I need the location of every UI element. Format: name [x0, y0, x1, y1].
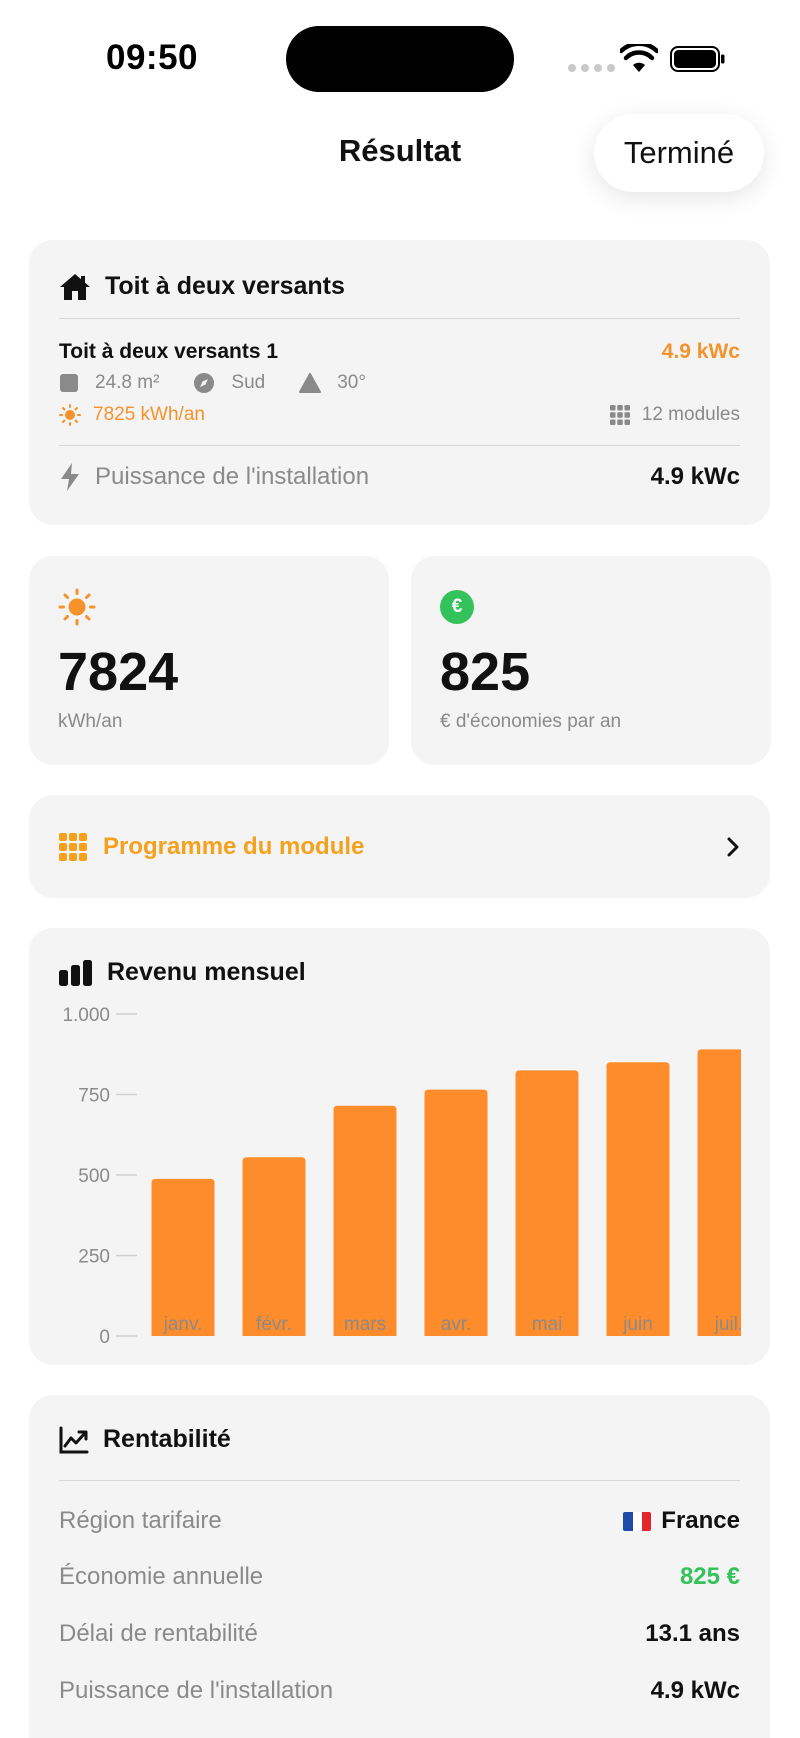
grid-icon [609, 405, 630, 425]
x-tick-label: févr. [256, 1314, 292, 1335]
tilt-triangle-icon [299, 373, 322, 393]
roof-modules: 12 modules [641, 404, 740, 425]
annual-savings-row: Économie annuelle 825 € [59, 1563, 740, 1591]
savings-card: € 825 € d'économies par an [411, 556, 771, 765]
y-tick-label: 1.000 [62, 1005, 110, 1026]
roof-yield: 7825 kWh/an [93, 404, 205, 425]
x-tick-label: janv. [163, 1314, 203, 1335]
area-square-icon [60, 374, 78, 392]
battery-icon [670, 46, 725, 72]
annual-savings-value: 825 € [679, 1563, 740, 1590]
compass-icon [194, 373, 215, 393]
y-tick-label: 750 [78, 1086, 110, 1107]
install-power-summary-row: Puissance de l'installation 4.9 kWc [59, 1677, 740, 1705]
production-value: 7824 [58, 642, 179, 702]
profitability-header: Rentabilité [59, 1425, 231, 1454]
bar-avr [424, 1089, 488, 1336]
roof-area: 24.8 m² [95, 372, 160, 393]
module-program-button[interactable]: Programme du module [29, 795, 770, 898]
bar-juin [606, 1062, 670, 1336]
x-tick-label: juin [622, 1314, 653, 1335]
chevron-right-icon [727, 837, 739, 856]
payback-value: 13.1 ans [645, 1620, 740, 1647]
roof-card-header: Toit à deux versants [59, 272, 345, 301]
sun-icon [59, 404, 81, 426]
savings-unit: € d'économies par an [440, 711, 622, 732]
revenue-bar-chart: 0 250 500 750 1.000 janv. févr. mars avr. mai juin… [62, 1005, 744, 1348]
roof-tilt: 30° [337, 372, 366, 393]
tariff-region-row: Région tarifaire France [59, 1507, 740, 1535]
y-tick-label: 0 [99, 1327, 110, 1348]
cellular-signal-icon [568, 64, 615, 72]
profitability-title: Rentabilité [103, 1425, 231, 1453]
bar-janv [151, 1178, 215, 1336]
x-tick-label: avr. [441, 1314, 472, 1335]
france-flag-icon [623, 1511, 652, 1531]
module-program-label: Programme du module [103, 832, 365, 860]
house-icon [60, 273, 90, 300]
divider [59, 1480, 740, 1481]
install-power-row: Puissance de l'installation 4.9 kWc [59, 462, 740, 492]
annual-savings-label: Économie annuelle [59, 1563, 264, 1590]
euro-icon: € [440, 590, 474, 624]
install-power-summary-value: 4.9 kWc [650, 1677, 740, 1704]
roof-card-title: Toit à deux versants [105, 272, 345, 300]
payback-row: Délai de rentabilité 13.1 ans [59, 1620, 740, 1648]
roof-orientation: Sud [231, 372, 266, 393]
divider [59, 445, 740, 446]
trend-chart-icon [59, 1426, 89, 1453]
monthly-revenue-card: Revenu mensuel 0 250 500 750 1.000 janv. févr.… [29, 928, 770, 1365]
savings-value: 825 [440, 642, 531, 702]
tariff-region-text: France [661, 1507, 740, 1534]
install-power-summary-label: Puissance de l'installation [59, 1677, 334, 1704]
y-tick-label: 500 [78, 1166, 110, 1187]
install-power-value: 4.9 kWc [650, 463, 740, 490]
status-bar: 09:50 [0, 0, 800, 110]
status-time: 09:50 [106, 38, 199, 77]
tariff-region-label: Région tarifaire [59, 1507, 222, 1534]
done-button[interactable]: Terminé [594, 114, 764, 192]
y-tick-label: 250 [78, 1247, 110, 1268]
tariff-region-value: France [623, 1507, 740, 1535]
roof-card: Toit à deux versants Toit à deux versant… [29, 240, 770, 525]
roof-modules-row: 12 modules [609, 404, 740, 426]
bar-mai [515, 1070, 579, 1336]
sun-icon [58, 588, 96, 626]
grid-icon [59, 832, 87, 861]
dynamic-island [286, 26, 514, 92]
bar-mars [333, 1105, 397, 1336]
payback-label: Délai de rentabilité [59, 1620, 258, 1647]
roof-power: 4.9 kWc [661, 340, 740, 363]
roof-meta-row: 24.8 m² Sud 30° [59, 372, 366, 394]
bolt-icon [61, 463, 79, 491]
wifi-icon [620, 44, 658, 72]
bar-fvr [242, 1157, 306, 1336]
x-tick-label: juil. [714, 1314, 744, 1335]
x-tick-label: mars [344, 1314, 386, 1335]
roof-yield-row: 7825 kWh/an [59, 404, 205, 426]
production-card: 7824 kWh/an [29, 556, 389, 765]
profitability-card: Rentabilité Région tarifaire France Écon… [29, 1395, 770, 1738]
divider [59, 318, 740, 319]
install-power-label: Puissance de l'installation [95, 463, 370, 490]
production-unit: kWh/an [58, 711, 123, 732]
bar-juil [697, 1049, 741, 1336]
x-tick-label: mai [532, 1314, 563, 1335]
roof-name: Toit à deux versants 1 [59, 340, 279, 363]
